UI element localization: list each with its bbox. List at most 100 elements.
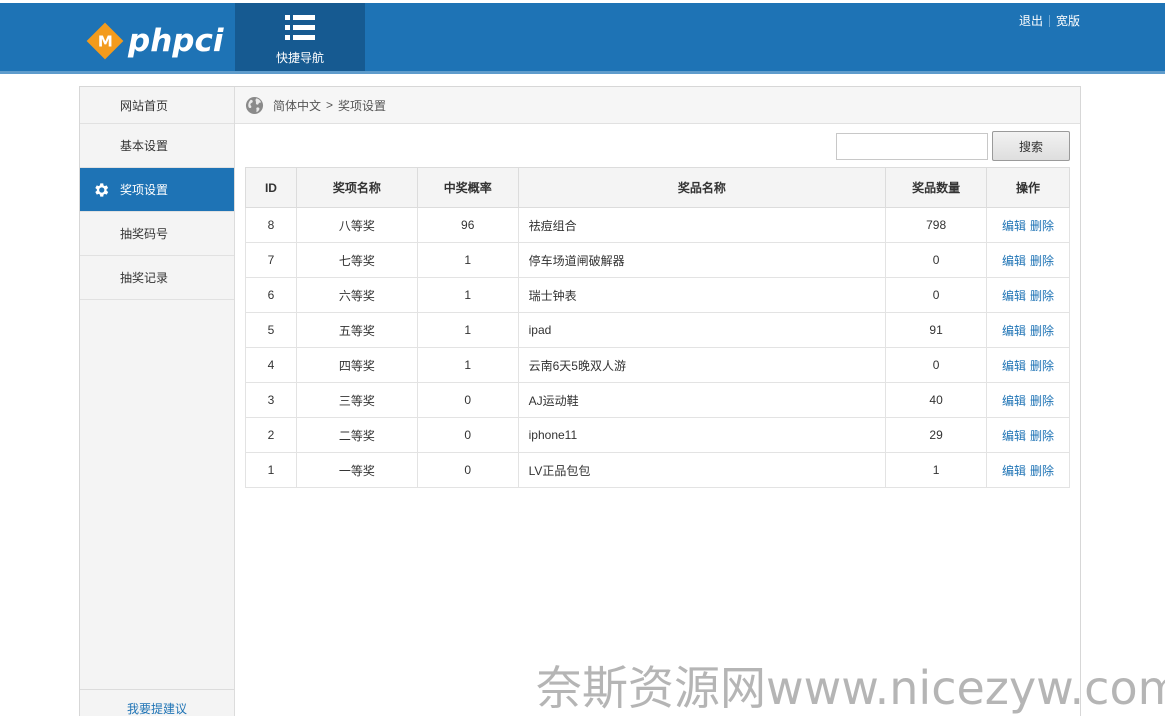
cell-quantity: 40 — [885, 382, 988, 418]
cell-probability: 0 — [416, 452, 519, 488]
sidebar: 网站首页 基本设置 奖项设置 抽奖码号 抽奖记录 我要提建议 — [80, 87, 235, 716]
sidebar-item-label: 奖项设置 — [120, 183, 169, 197]
table-row: 4 四等奖 1 云南6天5晚双人游 0 编辑 删除 — [245, 347, 1070, 383]
prize-table: ID 奖项名称 中奖概率 奖品名称 奖品数量 操作 8 八等奖 96 祛痘组合 … — [245, 167, 1070, 488]
edit-link[interactable]: 编辑 — [1002, 254, 1026, 268]
edit-link[interactable]: 编辑 — [1002, 394, 1026, 408]
cell-quantity: 29 — [885, 417, 988, 453]
search-button[interactable]: 搜索 — [992, 131, 1070, 161]
cell-actions: 编辑 删除 — [986, 452, 1070, 488]
sidebar-item-label: 抽奖码号 — [120, 227, 169, 241]
cell-award: 一等奖 — [295, 452, 418, 488]
edit-link[interactable]: 编辑 — [1002, 429, 1026, 443]
table-row: 2 二等奖 0 iphone11 29 编辑 删除 — [245, 417, 1070, 453]
cell-actions: 编辑 删除 — [986, 312, 1070, 348]
cell-id: 7 — [245, 242, 297, 278]
cell-award: 八等奖 — [295, 207, 418, 243]
delete-link[interactable]: 删除 — [1030, 394, 1054, 408]
top-header: M phpci 快捷导航 退出 宽版 — [0, 3, 1165, 74]
cell-quantity: 0 — [885, 277, 988, 313]
cell-award: 五等奖 — [295, 312, 418, 348]
cell-id: 2 — [245, 417, 297, 453]
cell-actions: 编辑 删除 — [986, 277, 1070, 313]
delete-link[interactable]: 删除 — [1030, 254, 1054, 268]
column-header-award: 奖项名称 — [295, 167, 418, 208]
gear-icon — [95, 183, 109, 197]
cell-actions: 编辑 删除 — [986, 207, 1070, 243]
cell-quantity: 1 — [885, 452, 988, 488]
sidebar-item-lottery-codes[interactable]: 抽奖码号 — [80, 212, 234, 256]
cell-quantity: 0 — [885, 242, 988, 278]
cell-award: 二等奖 — [295, 417, 418, 453]
quick-nav-label: 快捷导航 — [275, 51, 324, 65]
cell-probability: 1 — [416, 312, 519, 348]
delete-link[interactable]: 删除 — [1030, 429, 1054, 443]
content-area: 简体中文 > 奖项设置 搜索 ID 奖项名称 中奖概率 奖品名称 奖品数量 操作 — [235, 87, 1080, 716]
watermark: 奈斯资源网www.nicezyw.com — [536, 661, 1165, 715]
cell-award: 六等奖 — [295, 277, 418, 313]
breadcrumb-root[interactable]: 简体中文 — [273, 97, 321, 114]
cell-probability: 0 — [416, 417, 519, 453]
cell-prize: 祛痘组合 — [517, 207, 887, 243]
cell-probability: 1 — [416, 347, 519, 383]
cell-prize: 瑞士钟表 — [517, 277, 887, 313]
cell-quantity: 0 — [885, 347, 988, 383]
search-input[interactable] — [836, 133, 988, 160]
cell-id: 4 — [245, 347, 297, 383]
sidebar-item-lottery-records[interactable]: 抽奖记录 — [80, 256, 234, 300]
column-header-quantity: 奖品数量 — [885, 167, 988, 208]
sidebar-item-prize-settings[interactable]: 奖项设置 — [80, 168, 234, 212]
cell-actions: 编辑 删除 — [986, 382, 1070, 418]
breadcrumb: 简体中文 > 奖项设置 — [235, 87, 1080, 124]
main-container: 网站首页 基本设置 奖项设置 抽奖码号 抽奖记录 我要提建议 简体中文 > 奖项… — [79, 86, 1081, 716]
link-divider — [1048, 14, 1050, 27]
cell-prize: iphone11 — [517, 417, 887, 453]
cell-id: 1 — [245, 452, 297, 488]
edit-link[interactable]: 编辑 — [1002, 324, 1026, 338]
sidebar-item-label: 抽奖记录 — [120, 271, 169, 285]
edit-link[interactable]: 编辑 — [1002, 289, 1026, 303]
cell-quantity: 798 — [885, 207, 988, 243]
edit-link[interactable]: 编辑 — [1002, 359, 1026, 373]
cell-id: 8 — [245, 207, 297, 243]
table-row: 1 一等奖 0 LV正品包包 1 编辑 删除 — [245, 452, 1070, 488]
delete-link[interactable]: 删除 — [1030, 289, 1054, 303]
breadcrumb-separator: > — [326, 98, 334, 112]
column-header-id: ID — [245, 167, 297, 208]
sidebar-item-basic-settings[interactable]: 基本设置 — [80, 124, 234, 168]
logout-link[interactable]: 退出 — [1019, 12, 1043, 29]
cell-id: 6 — [245, 277, 297, 313]
sidebar-item-home[interactable]: 网站首页 — [80, 87, 234, 124]
delete-link[interactable]: 删除 — [1030, 219, 1054, 233]
table-row: 8 八等奖 96 祛痘组合 798 编辑 删除 — [245, 207, 1070, 243]
sidebar-item-label: 网站首页 — [120, 98, 169, 113]
cell-prize: LV正品包包 — [517, 452, 887, 488]
cell-actions: 编辑 删除 — [986, 417, 1070, 453]
delete-link[interactable]: 删除 — [1030, 464, 1054, 478]
breadcrumb-current: 奖项设置 — [338, 98, 387, 113]
feedback-link[interactable]: 我要提建议 — [80, 689, 234, 716]
cell-probability: 96 — [416, 207, 519, 243]
table-row: 3 三等奖 0 AJ运动鞋 40 编辑 删除 — [245, 382, 1070, 418]
cell-actions: 编辑 删除 — [986, 242, 1070, 278]
cell-prize: 停车场道闸破解器 — [517, 242, 887, 278]
cell-probability: 1 — [416, 277, 519, 313]
table-header-row: ID 奖项名称 中奖概率 奖品名称 奖品数量 操作 — [245, 167, 1070, 208]
header-shadow — [0, 71, 1165, 74]
edit-link[interactable]: 编辑 — [1002, 464, 1026, 478]
column-header-actions: 操作 — [986, 167, 1070, 208]
delete-link[interactable]: 删除 — [1030, 324, 1054, 338]
cell-prize: ipad — [517, 312, 887, 348]
cell-quantity: 91 — [885, 312, 988, 348]
delete-link[interactable]: 删除 — [1030, 359, 1054, 373]
site-logo[interactable]: M phpci — [86, 21, 223, 61]
table-row: 6 六等奖 1 瑞士钟表 0 编辑 删除 — [245, 277, 1070, 313]
edit-link[interactable]: 编辑 — [1002, 219, 1026, 233]
top-links: 退出 宽版 — [1019, 12, 1080, 29]
table-row: 5 五等奖 1 ipad 91 编辑 删除 — [245, 312, 1070, 348]
logo-diamond-icon: M — [86, 22, 124, 60]
quick-nav-button[interactable]: 快捷导航 — [235, 3, 365, 71]
sidebar-item-label: 基本设置 — [120, 139, 169, 153]
list-icon — [285, 15, 315, 41]
wide-mode-link[interactable]: 宽版 — [1056, 12, 1080, 29]
